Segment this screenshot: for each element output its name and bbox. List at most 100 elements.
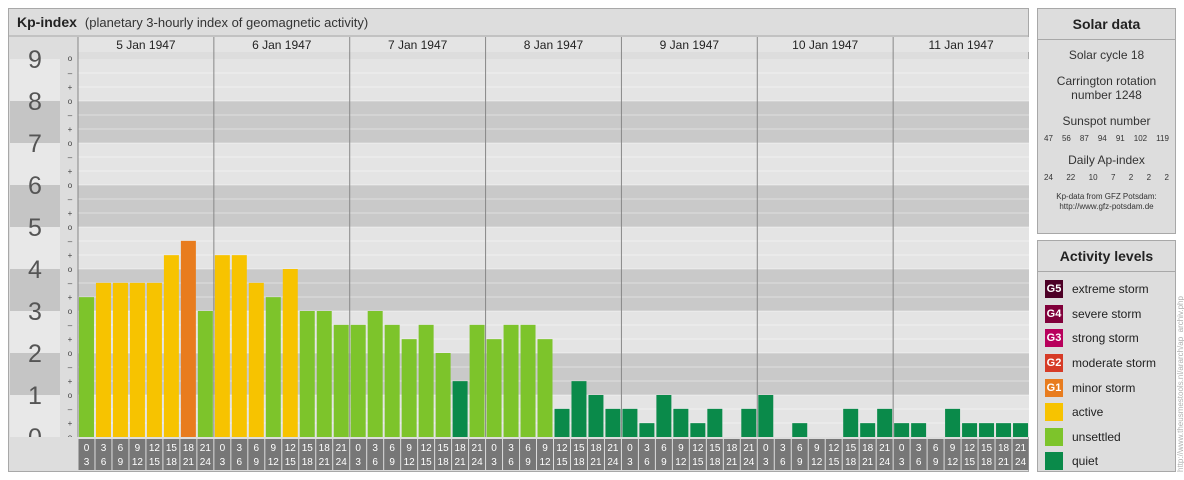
kp-bar bbox=[163, 255, 179, 437]
hour-start-label: 0 bbox=[491, 443, 497, 454]
hour-start-label: 18 bbox=[998, 443, 1010, 454]
kp-bar bbox=[350, 324, 366, 437]
kp-band-8 bbox=[78, 59, 1029, 101]
legend-swatch: G2 bbox=[1045, 354, 1063, 373]
hour-start-label: 9 bbox=[814, 443, 820, 454]
y-minor-label: + bbox=[68, 335, 73, 344]
day-label: 5 Jan 1947 bbox=[116, 38, 176, 52]
legend-label: quiet bbox=[1072, 454, 1099, 469]
sunspot-value-1: 56 bbox=[1061, 134, 1071, 143]
hour-start-label: 0 bbox=[763, 443, 769, 454]
y-minor-label: – bbox=[68, 111, 73, 120]
legend-item-quiet: quiet bbox=[1038, 449, 1175, 474]
kp-bar bbox=[129, 282, 145, 437]
kp-bar bbox=[469, 324, 485, 437]
hour-end-label: 9 bbox=[525, 457, 531, 468]
hour-start-label: 6 bbox=[661, 443, 667, 454]
kp-bar bbox=[384, 324, 400, 437]
y-minor-label: o bbox=[68, 307, 73, 316]
hour-end-label: 9 bbox=[661, 457, 667, 468]
kp-bar bbox=[537, 339, 553, 437]
hour-start-label: 3 bbox=[237, 443, 243, 454]
hour-start-label: 9 bbox=[678, 443, 684, 454]
hour-start-label: 9 bbox=[950, 443, 956, 454]
kp-bar bbox=[435, 353, 451, 437]
hour-end-label: 18 bbox=[981, 457, 993, 468]
y-tick-label: 5 bbox=[28, 214, 42, 242]
hour-end-label: 3 bbox=[763, 457, 769, 468]
kp-bar bbox=[554, 408, 570, 437]
ap-value-2: 10 bbox=[1088, 173, 1098, 182]
hour-end-label: 12 bbox=[539, 457, 551, 468]
legend-swatch bbox=[1045, 403, 1063, 422]
sunspot-value-6: 119 bbox=[1156, 134, 1169, 143]
hour-end-label: 9 bbox=[118, 457, 124, 468]
hour-end-label: 18 bbox=[302, 457, 314, 468]
legend-label: active bbox=[1072, 405, 1104, 420]
hour-start-label: 12 bbox=[556, 443, 568, 454]
kp-bar bbox=[401, 339, 417, 437]
activity-levels-panel: Activity levels G5 extreme storm G4 severe … bbox=[1037, 240, 1176, 472]
hour-end-label: 18 bbox=[573, 457, 585, 468]
hour-end-label: 15 bbox=[556, 457, 568, 468]
y-tick-label: 8 bbox=[28, 88, 42, 116]
carrington-line-1: Carrington rotation bbox=[1056, 74, 1157, 88]
hour-start-label: 9 bbox=[542, 443, 548, 454]
y-tick-label: 9 bbox=[28, 46, 42, 74]
hour-start-label: 3 bbox=[916, 443, 922, 454]
legend-label: extreme storm bbox=[1072, 282, 1149, 297]
day-label: 9 Jan 1947 bbox=[660, 38, 720, 52]
y-minor-label: o bbox=[68, 265, 73, 274]
hour-start-label: 15 bbox=[845, 443, 857, 454]
hour-end-label: 18 bbox=[438, 457, 450, 468]
y-minor-label: – bbox=[68, 153, 73, 162]
hour-start-label: 6 bbox=[254, 443, 260, 454]
hour-end-label: 9 bbox=[933, 457, 939, 468]
legend-label: severe storm bbox=[1072, 306, 1142, 321]
kp-bar bbox=[860, 423, 876, 437]
hour-end-label: 3 bbox=[84, 457, 90, 468]
y-minor-label: + bbox=[68, 167, 73, 176]
hour-start-label: 0 bbox=[627, 443, 633, 454]
hour-end-label: 24 bbox=[1015, 457, 1027, 468]
y-minor-label: o bbox=[68, 97, 73, 106]
hour-start-label: 12 bbox=[285, 443, 297, 454]
activity-legend: G5 extreme storm G4 severe storm G3 strong st… bbox=[1038, 272, 1175, 474]
kp-bar bbox=[452, 381, 468, 437]
hour-start-label: 18 bbox=[862, 443, 874, 454]
hour-start-label: 0 bbox=[220, 443, 226, 454]
ap-title: Daily Ap-index bbox=[1068, 153, 1145, 167]
hour-end-label: 6 bbox=[780, 457, 786, 468]
hour-end-label: 24 bbox=[336, 457, 348, 468]
hour-end-label: 21 bbox=[998, 457, 1010, 468]
hour-start-label: 12 bbox=[149, 443, 161, 454]
hour-start-label: 6 bbox=[797, 443, 803, 454]
hour-end-label: 24 bbox=[472, 457, 484, 468]
hour-end-label: 21 bbox=[455, 457, 467, 468]
legend-item-moderate-storm: G2 moderate storm bbox=[1038, 351, 1175, 376]
hour-start-label: 9 bbox=[406, 443, 412, 454]
hour-end-label: 9 bbox=[797, 457, 803, 468]
kp-bar bbox=[265, 297, 281, 437]
legend-label: strong storm bbox=[1072, 331, 1139, 346]
kp-bar bbox=[758, 395, 774, 437]
hour-end-label: 6 bbox=[101, 457, 107, 468]
hour-start-label: 18 bbox=[319, 443, 331, 454]
kp-bar bbox=[979, 423, 995, 437]
y-minor-label: + bbox=[68, 419, 73, 428]
hour-start-label: 12 bbox=[964, 443, 976, 454]
hour-end-label: 15 bbox=[692, 457, 704, 468]
y-minor-label: – bbox=[68, 405, 73, 414]
kp-bar bbox=[503, 324, 519, 437]
kp-bar bbox=[639, 423, 655, 437]
hour-start-label: 3 bbox=[101, 443, 107, 454]
kp-bar bbox=[1013, 423, 1028, 437]
legend-swatch: G5 bbox=[1045, 280, 1063, 299]
y-minor-label: – bbox=[68, 321, 73, 330]
kp-bar bbox=[588, 395, 604, 437]
hour-start-label: 21 bbox=[607, 443, 619, 454]
hour-start-label: 18 bbox=[726, 443, 738, 454]
legend-item-unsettled: unsettled bbox=[1038, 425, 1175, 450]
hour-end-label: 15 bbox=[828, 457, 840, 468]
kp-bar bbox=[996, 423, 1012, 437]
